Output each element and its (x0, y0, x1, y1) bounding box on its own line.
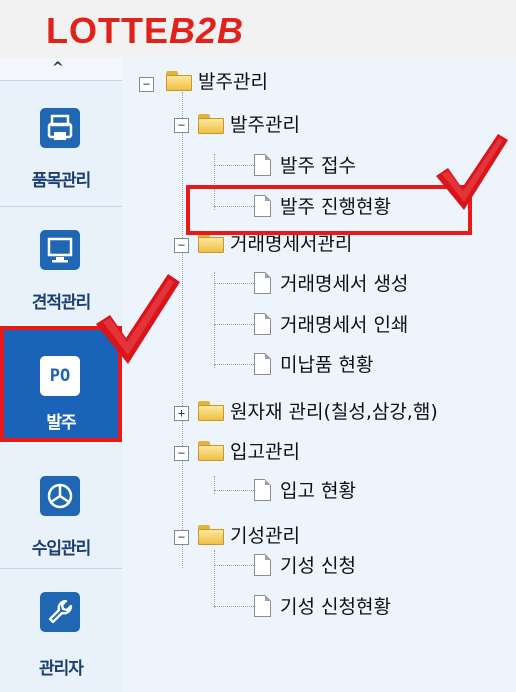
tree-connector (214, 324, 254, 325)
lotte-b2b-logo[interactable]: LOTTEB2B (46, 11, 244, 51)
folder-icon (198, 525, 224, 545)
po-icon: PO (40, 356, 80, 396)
tree-leaf[interactable]: 미납품 현황 (280, 347, 373, 383)
tree-leaf[interactable]: 거래명세서 생성 (280, 266, 408, 302)
red-checkmark-icon (96, 274, 180, 364)
document-icon (254, 272, 271, 294)
tree-node-group[interactable]: 원자재 관리(칠성,삼강,햄) (230, 394, 438, 430)
red-checkmark-icon (436, 134, 508, 210)
folder-icon (198, 441, 224, 461)
expand-toggle-icon[interactable]: + (174, 406, 189, 421)
tree-leaf[interactable]: 거래명세서 인쇄 (280, 307, 408, 343)
collapse-toggle-icon[interactable]: − (174, 446, 189, 461)
sidebar-item-admin[interactable]: 관리자 (0, 570, 122, 686)
sidebar: ^ 품목관리 견적관리 PO 발주 수입관리 관리자 (0, 58, 123, 692)
sidebar-item-import-management[interactable]: 수입관리 (0, 450, 122, 566)
document-icon (254, 479, 271, 501)
collapse-toggle-icon[interactable]: − (174, 238, 189, 253)
logo-text: LOTTE (46, 10, 169, 51)
tree-leaf[interactable]: 발주 접수 (280, 148, 356, 184)
sidebar-item-item-management[interactable]: 품목관리 (0, 84, 122, 200)
tree-leaf[interactable]: 기성 신청 (280, 548, 356, 584)
sidebar-scroll-up-button[interactable]: ^ (0, 58, 122, 81)
tree-connector (214, 490, 254, 491)
document-icon (254, 154, 271, 176)
collapse-toggle-icon[interactable]: − (139, 77, 154, 92)
document-icon (254, 353, 271, 375)
monitor-icon (40, 230, 80, 270)
tree-connector (214, 606, 254, 607)
collapse-toggle-icon[interactable]: − (174, 118, 189, 133)
folder-icon (198, 401, 224, 421)
sidebar-item-label: 품목관리 (31, 171, 92, 191)
tree-node-root[interactable]: 발주관리 (198, 64, 268, 100)
header-bar: LOTTEB2B (0, 0, 516, 58)
logo-suffix: B2B (168, 10, 245, 51)
sidebar-item-label: 수입관리 (31, 539, 92, 559)
tree-connector (214, 476, 215, 494)
tree-connector (214, 565, 254, 566)
tree-node-group[interactable]: 발주관리 (230, 107, 300, 143)
tree-node-group[interactable]: 입고관리 (230, 434, 300, 470)
tree-connector (214, 165, 254, 166)
highlight-box (186, 185, 472, 235)
sidebar-item-label: 관리자 (39, 659, 84, 679)
folder-icon (198, 233, 224, 253)
tree-connector (214, 550, 215, 608)
tree-connector (214, 283, 254, 284)
tree-leaf[interactable]: 입고 현황 (280, 473, 356, 509)
document-icon (254, 313, 271, 335)
tree-connector (214, 272, 215, 368)
collapse-toggle-icon[interactable]: − (174, 530, 189, 545)
tree-connector (214, 364, 254, 365)
chevron-up-icon: ^ (52, 60, 64, 76)
folder-icon (198, 114, 224, 134)
sidebar-divider (0, 206, 122, 207)
document-icon (254, 595, 271, 617)
wrench-icon (40, 592, 80, 632)
sidebar-item-label: 발주 (46, 413, 76, 433)
pie-chart-icon (40, 476, 80, 516)
sidebar-divider (0, 568, 122, 569)
folder-icon (166, 71, 192, 91)
document-icon (254, 554, 271, 576)
printer-icon (40, 108, 80, 148)
tree-leaf[interactable]: 기성 신청현황 (280, 589, 391, 625)
